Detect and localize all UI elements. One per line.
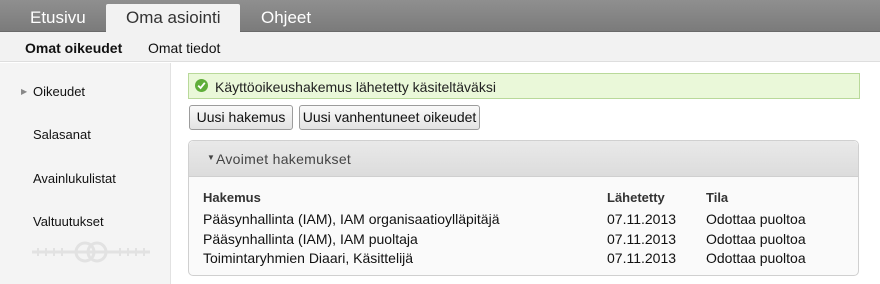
tab-etusivu[interactable]: Etusivu <box>10 4 106 32</box>
row-3-tila: Odottaa puoltoa <box>706 250 806 266</box>
alert-message: Käyttöoikeushakemus lähetetty käsiteltäv… <box>215 79 496 95</box>
row-1-tila: Odottaa puoltoa <box>706 211 806 227</box>
top-navigation: Etusivu Oma asiointi Ohjeet <box>0 0 880 32</box>
sidebar-item-avainlukulistat[interactable]: Avainlukulistat <box>33 171 116 186</box>
check-circle-icon <box>195 79 208 92</box>
success-alert: Käyttöoikeushakemus lähetetty käsiteltäv… <box>188 73 860 99</box>
column-header-lahetetty: Lähetetty <box>607 190 665 205</box>
renew-expired-rights-button[interactable]: Uusi vanhentuneet oikeudet <box>299 105 480 130</box>
chevron-right-icon: ▶ <box>21 87 28 96</box>
row-2-tila: Odottaa puoltoa <box>706 231 806 247</box>
subnav-omat-oikeudet[interactable]: Omat oikeudet <box>25 40 122 56</box>
subnav-omat-tiedot[interactable]: Omat tiedot <box>148 40 220 56</box>
column-header-hakemus: Hakemus <box>203 190 261 205</box>
new-application-button[interactable]: Uusi hakemus <box>189 105 293 130</box>
row-2-hakemus: Pääsynhallinta (IAM), IAM puoltaja <box>203 231 418 247</box>
sub-navigation: Omat oikeudet Omat tiedot <box>0 32 880 62</box>
chain-decoration-icon <box>32 241 150 263</box>
tab-oma-asiointi[interactable]: Oma asiointi <box>106 4 241 32</box>
sidebar-item-salasanat[interactable]: Salasanat <box>33 127 91 142</box>
column-header-tila: Tila <box>706 190 729 205</box>
row-2-lahetetty: 07.11.2013 <box>607 231 677 247</box>
row-1-hakemus: Pääsynhallinta (IAM), IAM organisaatioyl… <box>203 211 500 227</box>
tab-ohjeet[interactable]: Ohjeet <box>241 4 331 32</box>
open-applications-panel: ▼ Avoimet hakemukset Hakemus Lähetetty T… <box>188 140 859 276</box>
panel-header[interactable]: ▼ Avoimet hakemukset <box>189 141 858 177</box>
row-3-lahetetty: 07.11.2013 <box>607 250 677 266</box>
caret-down-icon: ▼ <box>207 153 215 162</box>
panel-title: Avoimet hakemukset <box>216 151 352 167</box>
row-1-lahetetty: 07.11.2013 <box>607 211 677 227</box>
sidebar-item-valtuutukset[interactable]: Valtuutukset <box>33 214 104 229</box>
row-3-hakemus: Toimintaryhmien Diaari, Käsittelijä <box>203 250 414 266</box>
sidebar-item-oikeudet[interactable]: Oikeudet <box>33 84 85 99</box>
